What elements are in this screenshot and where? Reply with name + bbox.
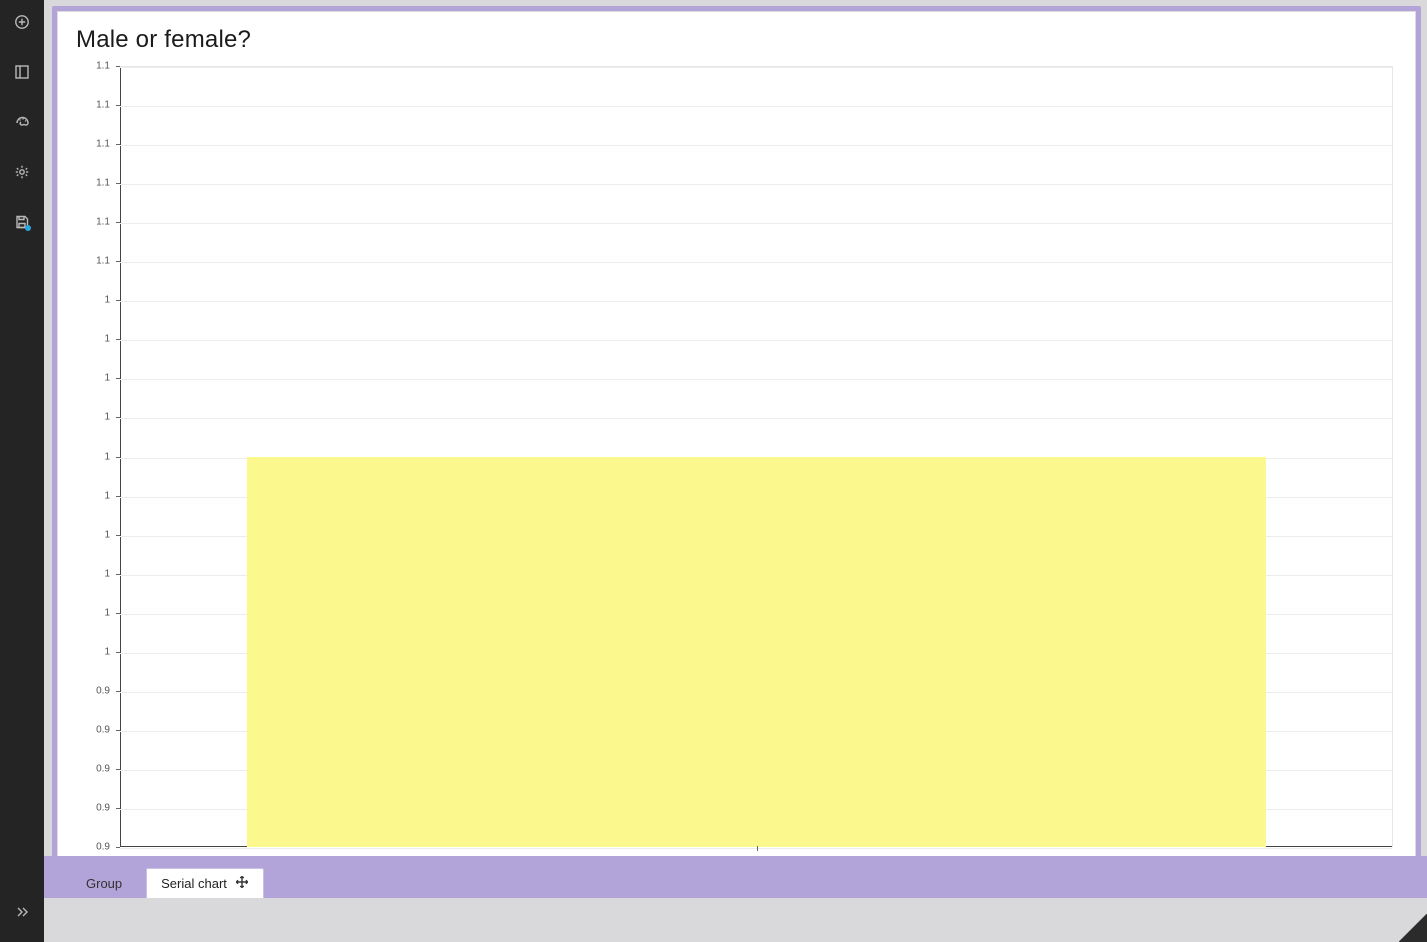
y-tick: [116, 261, 120, 262]
gridline: [120, 106, 1392, 107]
y-tick-label: 1.1: [76, 178, 116, 189]
x-tick: [757, 846, 758, 851]
y-tick-label: 1: [76, 412, 116, 423]
stage: Male or female? 1.11.11.11.11.11.1111111…: [44, 0, 1427, 896]
y-tick: [116, 378, 120, 379]
tab-label: Serial chart: [161, 876, 227, 891]
gridline: [120, 340, 1392, 341]
settings-icon[interactable]: [10, 160, 34, 184]
y-tick: [116, 535, 120, 536]
plot-area: [120, 66, 1393, 847]
chart-panel[interactable]: Male or female? 1.11.11.11.11.11.1111111…: [57, 11, 1416, 888]
y-tick-label: 0.9: [76, 724, 116, 735]
gridline: [120, 145, 1392, 146]
y-tick-label: 0.9: [76, 763, 116, 774]
y-tick: [116, 300, 120, 301]
footer-blank: [44, 898, 1427, 942]
y-tick-label: 1.1: [76, 100, 116, 111]
gridline: [120, 418, 1392, 419]
y-tick-label: 1: [76, 607, 116, 618]
y-tick: [116, 730, 120, 731]
y-tick: [116, 144, 120, 145]
add-icon[interactable]: [10, 10, 34, 34]
y-tick: [116, 847, 120, 848]
y-tick: [116, 574, 120, 575]
y-tick: [116, 613, 120, 614]
chart-title: Male or female?: [76, 26, 1397, 54]
y-tick: [116, 339, 120, 340]
y-tick-label: 1: [76, 451, 116, 462]
y-tick-label: 1: [76, 646, 116, 657]
tab-label: Group: [86, 876, 122, 891]
y-tick-label: 1: [76, 568, 116, 579]
y-tick-label: 1.1: [76, 139, 116, 150]
y-tick: [116, 183, 120, 184]
tab-group[interactable]: Group: [72, 868, 136, 898]
expand-sidebar-icon[interactable]: [10, 900, 34, 924]
y-tick: [116, 496, 120, 497]
y-tick-label: 0.9: [76, 842, 116, 853]
y-tick: [116, 652, 120, 653]
chart-area: 1.1 1.1 1.1 1.1 1.1 1.1 1 1 1 1 1 1 1 1 1 1 0.9 0.9 0.9 0.9…: [76, 62, 1397, 881]
move-icon[interactable]: [235, 875, 249, 892]
save-icon[interactable]: [10, 210, 34, 234]
gridline: [120, 379, 1392, 380]
gridline: [120, 301, 1392, 302]
y-tick: [116, 691, 120, 692]
theme-icon[interactable]: [10, 110, 34, 134]
y-tick-label: 1: [76, 490, 116, 501]
unsaved-indicator-icon: [25, 225, 31, 231]
y-tick: [116, 105, 120, 106]
bar[interactable]: [247, 457, 1265, 848]
y-tick-label: 0.9: [76, 802, 116, 813]
y-tick: [116, 417, 120, 418]
tab-strip: Group Serial chart: [44, 856, 1427, 898]
y-tick-label: 1.1: [76, 217, 116, 228]
y-tick-label: 1.1: [76, 61, 116, 72]
y-tick-label: 1.1: [76, 256, 116, 267]
y-tick-label: 1: [76, 529, 116, 540]
y-tick-label: 1: [76, 373, 116, 384]
y-tick: [116, 222, 120, 223]
y-tick: [116, 769, 120, 770]
y-tick: [116, 457, 120, 458]
gridline: [120, 223, 1392, 224]
y-tick: [116, 808, 120, 809]
layout-icon[interactable]: [10, 60, 34, 84]
resize-corner-icon[interactable]: [1399, 914, 1427, 942]
y-tick-label: 1: [76, 334, 116, 345]
y-tick-label: 1: [76, 295, 116, 306]
gridline: [120, 262, 1392, 263]
gridline: [120, 67, 1392, 68]
tab-serial-chart[interactable]: Serial chart: [146, 868, 264, 898]
y-tick-label: 0.9: [76, 685, 116, 696]
gridline: [120, 184, 1392, 185]
app-root: Male or female? 1.11.11.11.11.11.1111111…: [0, 0, 1427, 942]
y-tick: [116, 66, 120, 67]
left-sidebar: [0, 0, 44, 942]
panel-frame: Male or female? 1.11.11.11.11.11.1111111…: [52, 6, 1421, 892]
